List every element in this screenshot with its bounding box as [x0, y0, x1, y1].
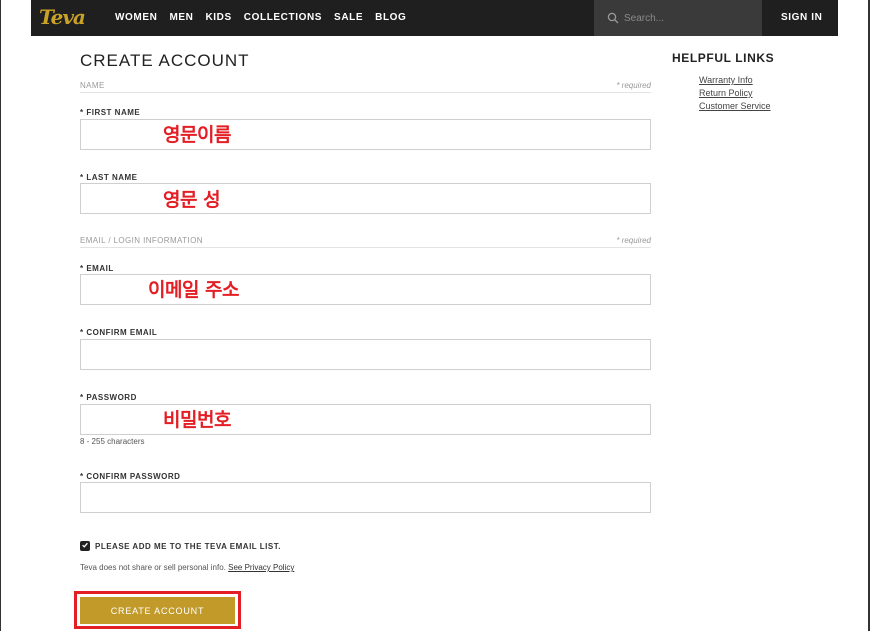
page-title: CREATE ACCOUNT: [80, 51, 250, 70]
nav-link-men[interactable]: MEN: [169, 12, 193, 24]
first-name-input[interactable]: [80, 119, 651, 150]
confirm-email-label: * CONFIRM EMAIL: [80, 328, 158, 337]
privacy-text: Teva does not share or sell personal inf…: [80, 563, 226, 572]
nav-link-kids[interactable]: KIDS: [205, 12, 231, 24]
search-input[interactable]: [624, 11, 754, 25]
confirm-password-label: * CONFIRM PASSWORD: [80, 472, 181, 481]
confirm-password-input[interactable]: [80, 482, 651, 513]
first-name-label: * FIRST NAME: [80, 108, 141, 117]
email-input[interactable]: [80, 274, 651, 305]
required-note: * required: [616, 236, 651, 245]
section-label-email: EMAIL / LOGIN INFORMATION: [80, 236, 203, 245]
return-policy-link[interactable]: Return Policy: [699, 88, 753, 98]
nav-link-blog[interactable]: BLOG: [375, 12, 406, 24]
privacy-policy-link[interactable]: See Privacy Policy: [228, 563, 294, 572]
password-label: * PASSWORD: [80, 393, 137, 402]
password-hint: 8 - 255 characters: [80, 437, 145, 446]
nav-link-collections[interactable]: COLLECTIONS: [244, 12, 322, 24]
name-section-header: NAME * required: [80, 81, 651, 93]
confirm-email-input[interactable]: [80, 339, 651, 370]
email-label: * EMAIL: [80, 264, 114, 273]
password-input[interactable]: [80, 404, 651, 435]
newsletter-label[interactable]: PLEASE ADD ME TO THE TEVA EMAIL LIST.: [95, 542, 281, 551]
nav-link-sale[interactable]: SALE: [334, 12, 363, 24]
helpful-links-title: HELPFUL LINKS: [672, 51, 775, 65]
checkmark-icon: [82, 542, 88, 548]
email-section-header: EMAIL / LOGIN INFORMATION * required: [80, 236, 651, 248]
top-navigation-bar: Teva WOMEN MEN KIDS COLLECTIONS SALE BLO…: [31, 0, 838, 36]
search-box: [594, 0, 762, 36]
warranty-info-link[interactable]: Warranty Info: [699, 75, 753, 85]
window-border-left: [0, 0, 1, 631]
teva-logo[interactable]: Teva: [39, 5, 86, 29]
search-icon[interactable]: [607, 12, 619, 24]
nav-link-women[interactable]: WOMEN: [115, 12, 157, 24]
customer-service-link[interactable]: Customer Service: [699, 101, 771, 111]
last-name-label: * LAST NAME: [80, 173, 138, 182]
required-note: * required: [616, 81, 651, 90]
sign-in-link[interactable]: SIGN IN: [781, 12, 822, 24]
newsletter-checkbox[interactable]: [80, 541, 90, 551]
create-account-button[interactable]: CREATE ACCOUNT: [80, 597, 235, 624]
section-label-name: NAME: [80, 81, 105, 90]
main-nav-links: WOMEN MEN KIDS COLLECTIONS SALE BLOG: [115, 12, 418, 24]
last-name-input[interactable]: [80, 183, 651, 214]
privacy-notice: Teva does not share or sell personal inf…: [80, 563, 294, 572]
